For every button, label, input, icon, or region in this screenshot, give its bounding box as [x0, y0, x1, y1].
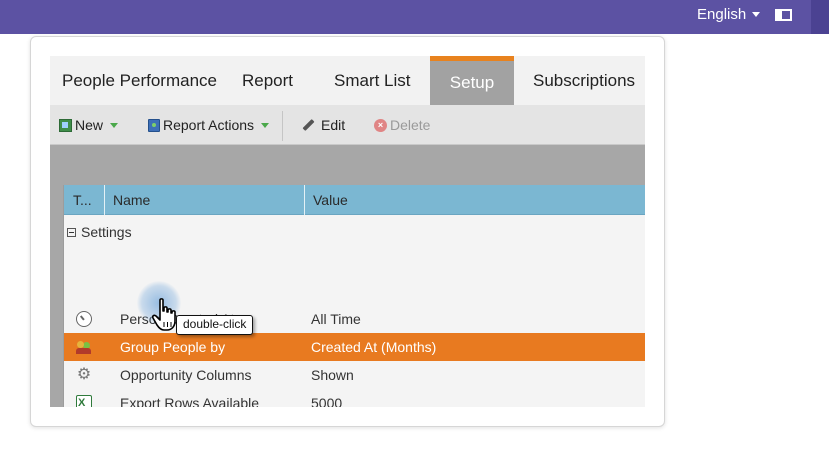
toolbar: New Report Actions Edit × Delete [50, 105, 645, 145]
tab-report[interactable]: Report [242, 56, 293, 105]
delete-icon: × [374, 118, 387, 132]
row-name: Group People by [120, 339, 226, 355]
topbar-edge [811, 0, 829, 34]
toolbar-divider [282, 111, 283, 141]
row-value: Shown [311, 367, 354, 383]
group-row-settings[interactable]: Settings [64, 219, 132, 245]
tab-setup[interactable]: Setup [430, 56, 514, 105]
chevron-down-icon [752, 12, 761, 17]
tab-bar: People Performance Report Smart List Set… [50, 56, 645, 105]
delete-button-label: Delete [390, 117, 431, 133]
column-divider[interactable] [104, 185, 105, 215]
pencil-icon [302, 118, 315, 132]
new-document-icon [59, 118, 72, 132]
grid-header: T... Name Value [64, 185, 645, 215]
column-header-type[interactable]: T... [73, 185, 92, 215]
row-name: Export Rows Available [120, 395, 260, 407]
table-row[interactable]: Export Rows Available 5000 [64, 389, 645, 407]
table-row-selected[interactable]: Group People by Created At (Months) [64, 333, 645, 361]
report-actions-button[interactable]: Report Actions [148, 117, 270, 133]
report-app: People Performance Report Smart List Set… [50, 56, 645, 407]
dropdown-arrow-icon [110, 122, 119, 128]
column-header-name[interactable]: Name [113, 185, 150, 215]
double-click-tooltip: double-click [176, 315, 254, 335]
gear-icon: ⚙ [76, 366, 92, 383]
row-value: Created At (Months) [311, 339, 437, 355]
tab-people-performance[interactable]: People Performance [62, 56, 217, 105]
row-name: Opportunity Columns [120, 367, 252, 383]
edit-button[interactable]: Edit [302, 117, 345, 133]
people-icon [76, 339, 92, 355]
clock-icon [76, 311, 92, 327]
row-value: 5000 [311, 395, 343, 407]
collapse-icon[interactable] [67, 227, 76, 237]
group-label: Settings [81, 224, 132, 240]
grid-toolbar-band [50, 145, 645, 185]
row-value: All Time [311, 311, 361, 327]
report-icon [148, 118, 160, 132]
delete-button[interactable]: × Delete [374, 117, 430, 133]
language-selector[interactable]: English [697, 6, 761, 23]
top-nav-bar: English [0, 0, 829, 34]
excel-icon [76, 395, 92, 407]
grid-left-margin [50, 185, 63, 407]
dropdown-arrow-icon [261, 122, 270, 128]
language-label: English [697, 6, 747, 23]
table-row[interactable]: ⚙ Opportunity Columns Shown [64, 361, 645, 389]
tab-smart-list[interactable]: Smart List [334, 56, 411, 105]
tab-subscriptions[interactable]: Subscriptions [533, 56, 635, 105]
column-header-value[interactable]: Value [313, 185, 348, 215]
column-divider[interactable] [304, 185, 305, 215]
report-actions-label: Report Actions [163, 117, 255, 133]
layout-toggle-icon[interactable] [775, 9, 792, 21]
edit-button-label: Edit [321, 117, 346, 133]
new-button[interactable]: New [59, 117, 119, 133]
new-button-label: New [75, 117, 104, 133]
